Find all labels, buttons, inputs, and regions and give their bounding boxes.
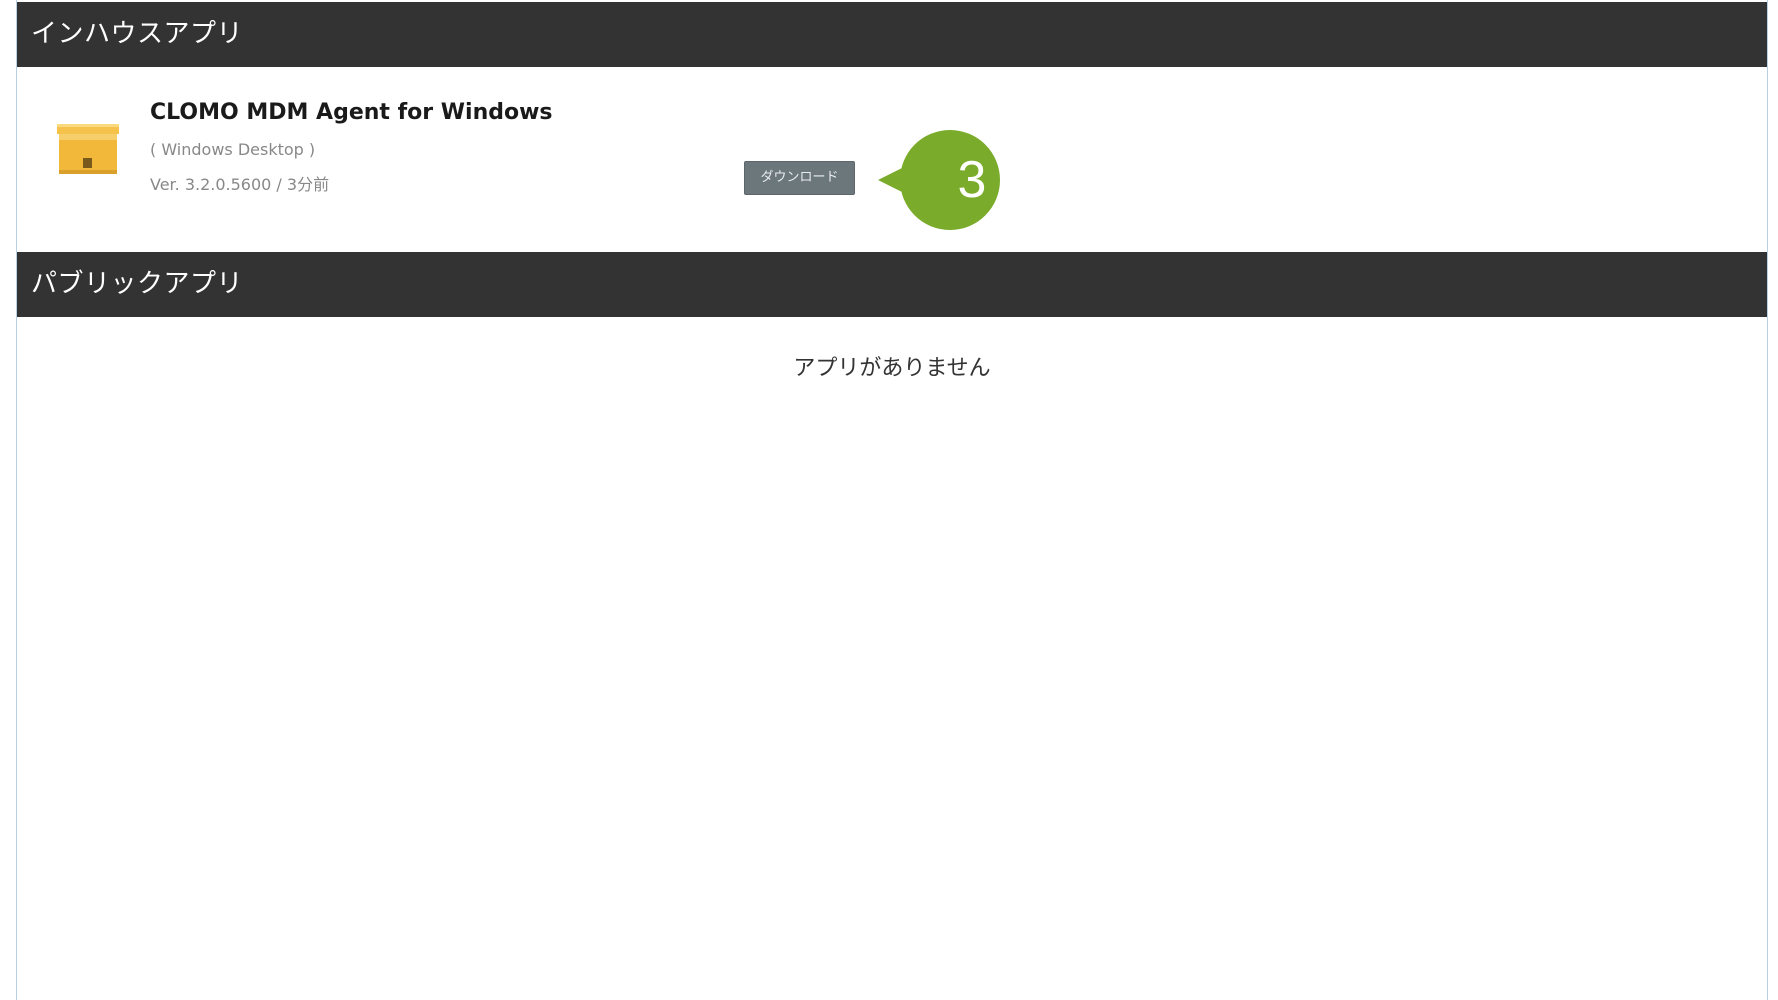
app-version: Ver. 3.2.0.5600 / 3分前 [150, 175, 330, 194]
app-name: CLOMO MDM Agent for Windows [150, 100, 553, 125]
app-platform: ( Windows Desktop ) [150, 140, 316, 159]
public-apps-title: パブリックアプリ [31, 269, 244, 299]
download-button[interactable]: ダウンロード [744, 161, 855, 195]
no-apps-message: アプリがありません [793, 356, 991, 381]
package-box-icon [57, 122, 119, 174]
public-apps-header: パブリックアプリ [17, 252, 1767, 317]
inhouse-apps-title: インハウスアプリ [31, 19, 244, 49]
step-callout-number: 3 [957, 151, 987, 209]
inhouse-apps-header: インハウスアプリ [17, 2, 1767, 67]
